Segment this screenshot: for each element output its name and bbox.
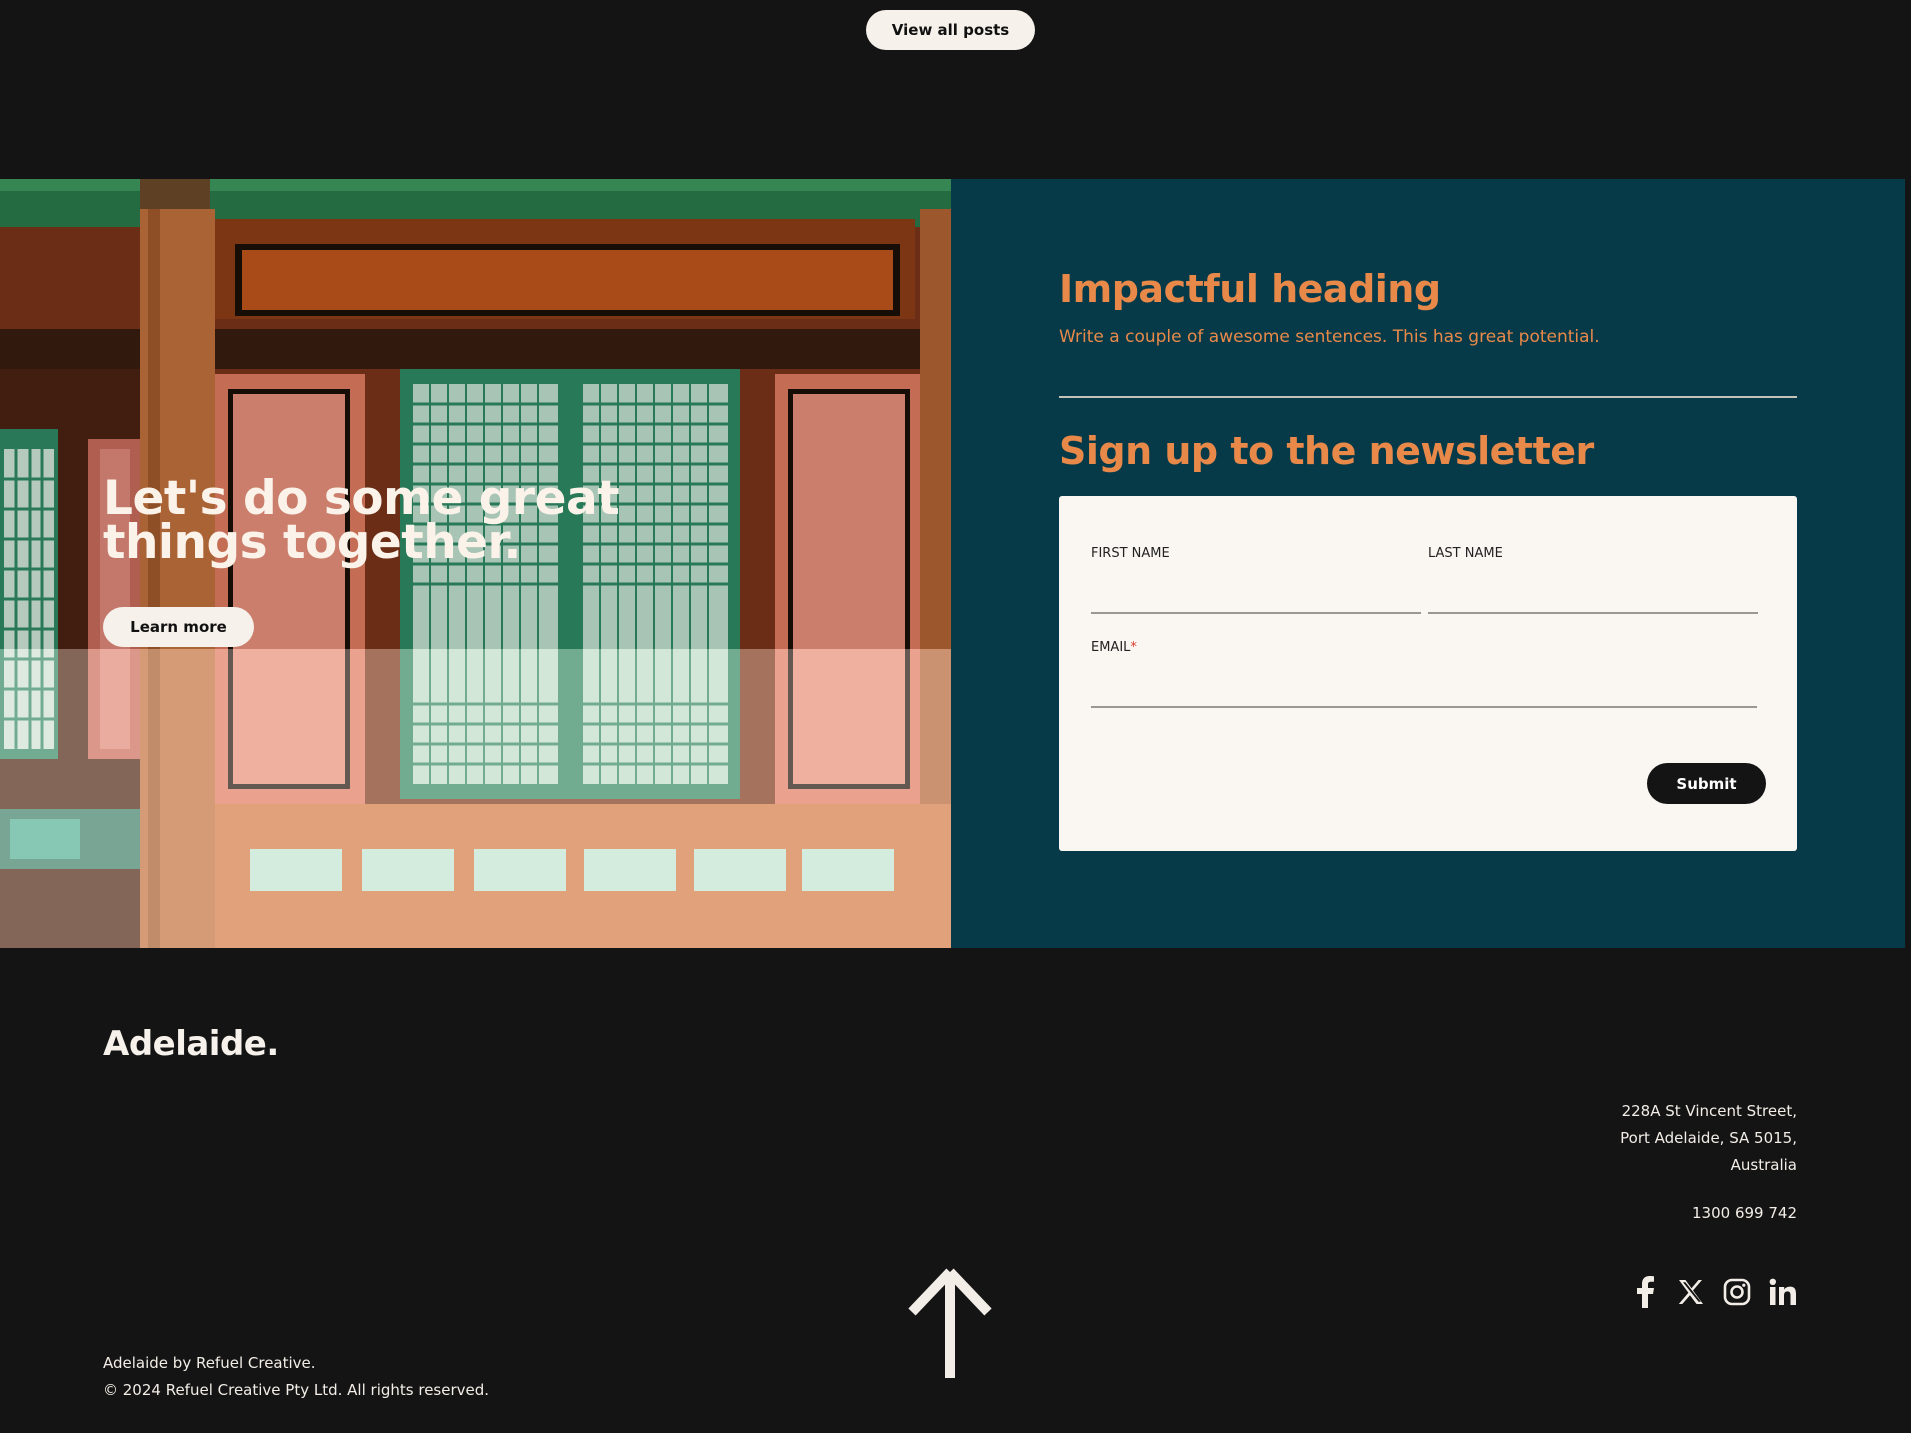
email-label: EMAIL* xyxy=(1091,640,1137,655)
footer-credits: Adelaide by Refuel Creative. © 2024 Refu… xyxy=(103,1350,489,1404)
social-links xyxy=(1628,1274,1800,1310)
credit-line-1: Adelaide by Refuel Creative. xyxy=(103,1354,316,1372)
first-name-label: FIRST NAME xyxy=(1091,546,1170,561)
last-name-label: LAST NAME xyxy=(1428,546,1503,561)
last-name-underline xyxy=(1428,612,1758,614)
newsletter-panel: Impactful heading Write a couple of awes… xyxy=(951,179,1905,948)
impactful-subtext: Write a couple of awesome sentences. Thi… xyxy=(1059,327,1600,347)
scrollbar-track[interactable] xyxy=(1905,0,1911,1433)
arrow-up-icon xyxy=(908,1268,992,1378)
email-required-mark: * xyxy=(1130,640,1137,655)
email-input[interactable] xyxy=(1091,666,1755,702)
first-name-underline xyxy=(1091,612,1421,614)
footer-phone[interactable]: 1300 699 742 xyxy=(1497,1204,1797,1222)
credit-line-2: © 2024 Refuel Creative Pty Ltd. All righ… xyxy=(103,1381,490,1399)
address-line-1: 228A St Vincent Street, xyxy=(1621,1102,1797,1120)
panel-divider xyxy=(1059,396,1797,398)
hero-section: Let's do some great things together. Lea… xyxy=(0,179,951,948)
facebook-icon[interactable] xyxy=(1628,1275,1662,1309)
address-line-2: Port Adelaide, SA 5015, xyxy=(1620,1129,1797,1147)
footer-logo[interactable]: Adelaide. xyxy=(103,1024,279,1064)
submit-button[interactable]: Submit xyxy=(1647,763,1766,804)
newsletter-heading: Sign up to the newsletter xyxy=(1059,429,1594,473)
address-line-3: Australia xyxy=(1730,1156,1797,1174)
footer-address: 228A St Vincent Street, Port Adelaide, S… xyxy=(1397,1098,1797,1179)
back-to-top-button[interactable] xyxy=(906,1266,994,1382)
instagram-icon[interactable] xyxy=(1720,1275,1754,1309)
email-underline xyxy=(1091,706,1757,708)
learn-more-button[interactable]: Learn more xyxy=(103,607,254,647)
email-label-text: EMAIL xyxy=(1091,640,1131,655)
view-all-posts-button[interactable]: View all posts xyxy=(866,10,1035,50)
last-name-input[interactable] xyxy=(1428,572,1756,608)
x-icon[interactable] xyxy=(1674,1275,1708,1309)
first-name-input[interactable] xyxy=(1091,572,1419,608)
page: View all posts Let's do some great thing… xyxy=(0,0,1911,1433)
impactful-heading: Impactful heading xyxy=(1059,267,1441,311)
newsletter-form: FIRST NAME LAST NAME EMAIL* Submit xyxy=(1059,496,1797,851)
linkedin-icon[interactable] xyxy=(1766,1275,1800,1309)
hero-title: Let's do some great things together. xyxy=(103,471,620,570)
